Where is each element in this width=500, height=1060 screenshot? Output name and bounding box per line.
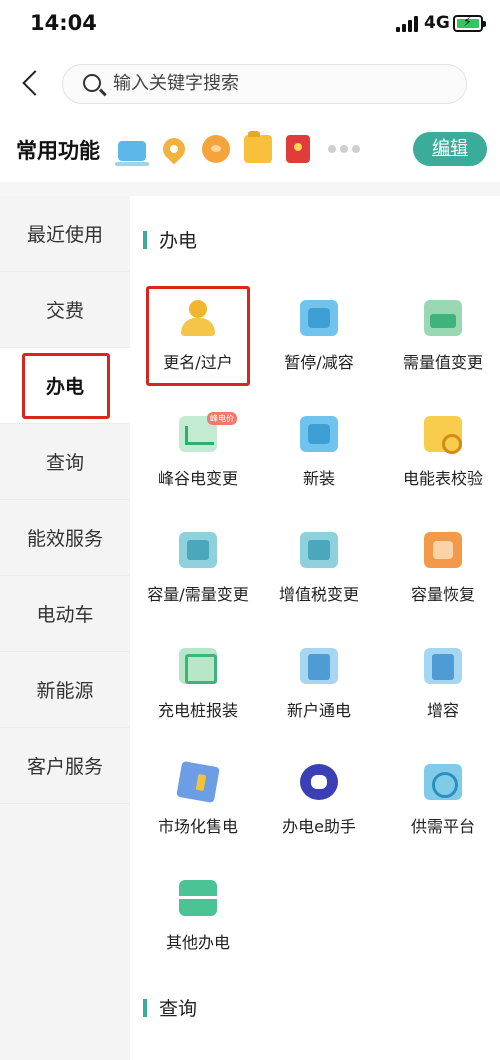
edit-button[interactable]: 编辑 (413, 132, 487, 166)
grid-item-meter-check[interactable]: 电能表校验 (382, 408, 500, 508)
active-highlight-frame (22, 353, 110, 419)
demand-meter-icon (424, 300, 462, 336)
grid-item-new-install[interactable]: 新装 (258, 408, 380, 508)
grid-label: 峰谷电变更 (157, 469, 238, 488)
grid-label: 暂停/减容 (284, 353, 354, 372)
grid-item-capacity-demand[interactable]: 容量/需量变更 (137, 524, 259, 624)
sidebar-item-recent[interactable]: 最近使用 (0, 196, 130, 272)
status-bar: 14:04 4G ⚡ (0, 0, 500, 50)
sidebar-item-ev[interactable]: 电动车 (0, 576, 130, 652)
meter-check-icon (424, 416, 462, 454)
grid-label: 供需平台 (410, 817, 475, 836)
grid-item-e-assistant[interactable]: 办电e助手 (258, 756, 380, 856)
map-pin-icon[interactable] (158, 133, 190, 165)
grid-item-market-sale[interactable]: 市场化售电 (137, 756, 259, 856)
new-household-power-icon (300, 648, 338, 684)
market-sale-icon (176, 760, 220, 804)
peak-valley-icon: 峰电价 (179, 412, 237, 452)
grid-label: 容量恢复 (410, 585, 475, 604)
sidebar-item-query[interactable]: 查询 (0, 424, 130, 500)
grid-label: 办电e助手 (282, 817, 356, 836)
grid-item-supply-demand[interactable]: 供需平台 (382, 756, 500, 856)
grid-label: 容量/需量变更 (147, 585, 249, 604)
search-icon (83, 74, 101, 92)
grid-label: 需量值变更 (402, 353, 483, 372)
sidebar-item-payment[interactable]: 交费 (0, 272, 130, 348)
battery-icon: ⚡ (453, 15, 486, 32)
back-button[interactable] (18, 66, 48, 102)
signal-icon (396, 16, 418, 32)
sidebar-item-new-energy[interactable]: 新能源 (0, 652, 130, 728)
pause-device-icon (300, 300, 338, 336)
grid-item-capacity-increase[interactable]: 增容 (382, 640, 500, 740)
grid-item-other[interactable]: 其他办电 (137, 872, 259, 972)
grid-label: 新户通电 (286, 701, 351, 720)
search-bar[interactable] (62, 64, 467, 104)
grid-label: 新装 (302, 469, 335, 488)
grid-label: 充电桩报装 (157, 701, 238, 720)
highlight-frame (146, 286, 250, 386)
sidebar-item-customer-service[interactable]: 客户服务 (0, 728, 130, 804)
section-bar (143, 998, 147, 1017)
network-label: 4G (424, 13, 450, 33)
grid-item-capacity-restore[interactable]: 容量恢复 (382, 524, 500, 624)
grid-label: 其他办电 (165, 933, 230, 952)
grid-item-demand-change[interactable]: 需量值变更 (382, 292, 500, 392)
more-dots-icon[interactable] (328, 145, 360, 153)
section-title: 办电 (159, 230, 198, 252)
section-header-electricity: 办电 (143, 226, 197, 253)
grid-item-peak-valley[interactable]: 峰电价 峰谷电变更 (137, 408, 259, 508)
capacity-change-icon (179, 532, 217, 568)
quick-icons (115, 131, 360, 166)
vat-change-icon (300, 532, 338, 568)
capacity-increase-icon (424, 648, 462, 684)
section-header-query: 查询 (143, 994, 197, 1021)
grid-label: 增容 (426, 701, 459, 720)
supply-demand-icon (424, 764, 462, 800)
sidebar: 最近使用 交费 办电 查询 能效服务 电动车 新能源 客户服务 (0, 196, 130, 1060)
grid-item-vat-change[interactable]: 增值税变更 (258, 524, 380, 624)
piggy-bank-icon[interactable] (202, 135, 230, 163)
grid-label: 电能表校验 (402, 469, 483, 488)
robot-assistant-icon (300, 764, 338, 800)
grid-item-charging-pile[interactable]: 充电桩报装 (137, 640, 259, 740)
grid-label: 市场化售电 (157, 817, 238, 836)
charging-pile-icon (179, 648, 217, 684)
grid-item-pause[interactable]: 暂停/减容 (258, 292, 380, 392)
section-title: 查询 (159, 998, 198, 1020)
screen-icon[interactable] (115, 141, 149, 166)
sidebar-item-efficiency[interactable]: 能效服务 (0, 500, 130, 576)
red-envelope-icon[interactable] (286, 135, 310, 163)
briefcase-icon (179, 880, 217, 916)
status-time: 14:04 (30, 11, 97, 35)
grid-item-new-household[interactable]: 新户通电 (258, 640, 380, 740)
search-input[interactable] (113, 65, 453, 102)
new-install-icon (300, 416, 338, 452)
badge: 峰电价 (207, 412, 237, 425)
divider (0, 182, 500, 196)
grid-label: 增值税变更 (278, 585, 359, 604)
common-functions-title: 常用功能 (16, 139, 100, 163)
folder-icon[interactable] (244, 131, 272, 163)
capacity-restore-icon (424, 532, 462, 568)
section-bar (143, 230, 147, 249)
